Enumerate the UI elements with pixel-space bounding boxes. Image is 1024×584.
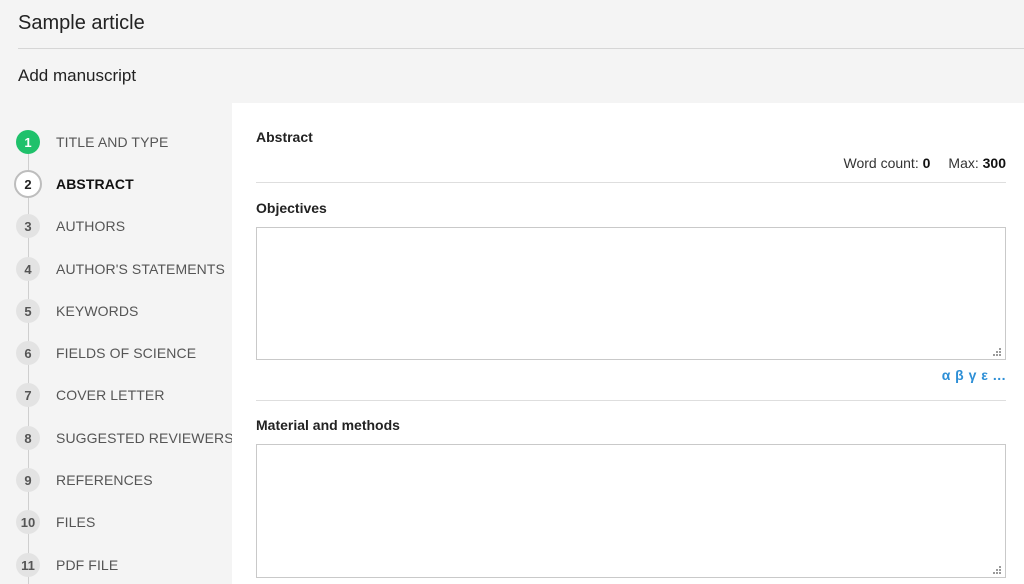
step-label: KEYWORDS bbox=[56, 303, 139, 319]
page-header: Sample article bbox=[0, 0, 1024, 48]
step-number-badge: 2 bbox=[14, 170, 42, 198]
step-suggested-reviewers[interactable]: 8 SUGGESTED REVIEWERS bbox=[16, 425, 234, 451]
section-divider bbox=[256, 400, 1006, 401]
step-number-badge: 11 bbox=[16, 553, 40, 577]
word-count-indicator: Word count: 0 Max: 300 bbox=[843, 155, 1006, 171]
step-fields-of-science[interactable]: 6 FIELDS OF SCIENCE bbox=[16, 340, 196, 366]
step-label: TITLE AND TYPE bbox=[56, 134, 169, 150]
step-title-and-type[interactable]: 1 TITLE AND TYPE bbox=[16, 129, 168, 155]
step-label: FILES bbox=[56, 514, 96, 530]
step-number-badge: 7 bbox=[16, 383, 40, 407]
resize-grip-icon[interactable] bbox=[993, 566, 1002, 575]
step-number-badge: 4 bbox=[16, 257, 40, 281]
step-cover-letter[interactable]: 7 COVER LETTER bbox=[16, 382, 165, 408]
objectives-textarea[interactable] bbox=[256, 227, 1006, 360]
special-characters-link[interactable]: α β γ ε ... bbox=[942, 367, 1006, 383]
step-files[interactable]: 10 FILES bbox=[16, 509, 95, 535]
step-number-badge: 1 bbox=[16, 130, 40, 154]
resize-grip-icon[interactable] bbox=[993, 348, 1002, 357]
step-label: REFERENCES bbox=[56, 472, 153, 488]
step-abstract[interactable]: 2 ABSTRACT bbox=[14, 170, 134, 198]
step-label: AUTHOR'S STATEMENTS bbox=[56, 261, 225, 277]
step-number-badge: 10 bbox=[16, 510, 40, 534]
article-title: Sample article bbox=[18, 12, 145, 34]
step-label: AUTHORS bbox=[56, 218, 126, 234]
step-label: SUGGESTED REVIEWERS bbox=[56, 430, 234, 446]
header-divider bbox=[18, 48, 1024, 49]
step-label: ABSTRACT bbox=[56, 176, 134, 192]
max-label: Max: bbox=[948, 155, 979, 171]
step-number-badge: 8 bbox=[16, 426, 40, 450]
step-authors[interactable]: 3 AUTHORS bbox=[16, 213, 125, 239]
step-number-badge: 5 bbox=[16, 299, 40, 323]
step-authors-statements[interactable]: 4 AUTHOR'S STATEMENTS bbox=[16, 256, 225, 282]
step-keywords[interactable]: 5 KEYWORDS bbox=[16, 298, 138, 324]
word-count-label: Word count: bbox=[843, 155, 919, 171]
step-number-badge: 3 bbox=[16, 214, 40, 238]
step-label: PDF FILE bbox=[56, 557, 119, 573]
word-count-value: 0 bbox=[922, 155, 931, 171]
section-divider bbox=[256, 182, 1006, 183]
page-subtitle: Add manuscript bbox=[18, 66, 137, 85]
step-number-badge: 6 bbox=[16, 341, 40, 365]
objectives-label: Objectives bbox=[256, 200, 327, 216]
step-references[interactable]: 9 REFERENCES bbox=[16, 467, 153, 493]
step-label: FIELDS OF SCIENCE bbox=[56, 345, 197, 361]
methods-textarea[interactable] bbox=[256, 444, 1006, 578]
abstract-heading: Abstract bbox=[256, 129, 313, 145]
abstract-form-panel: Abstract Word count: 0 Max: 300 Objective… bbox=[232, 103, 1024, 584]
max-value: 300 bbox=[982, 155, 1006, 171]
step-number-badge: 9 bbox=[16, 468, 40, 492]
methods-label: Material and methods bbox=[256, 417, 400, 433]
step-pdf-file[interactable]: 11 PDF FILE bbox=[16, 552, 118, 578]
step-label: COVER LETTER bbox=[56, 387, 165, 403]
